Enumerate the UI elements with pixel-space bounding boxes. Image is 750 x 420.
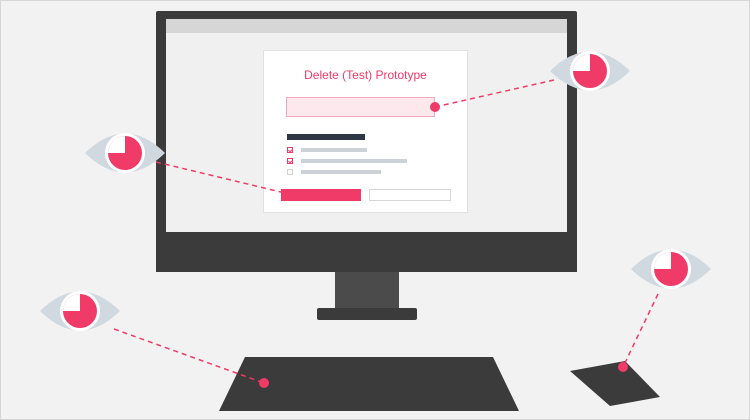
dialog-title: Delete (Test) Prototype: [304, 68, 427, 82]
checkbox-option-3[interactable]: [287, 169, 293, 175]
monitor-stand-base: [317, 308, 417, 320]
option-1-label: [301, 148, 367, 152]
monitor-stand-neck: [335, 272, 399, 312]
option-2-label: [301, 159, 407, 163]
cancel-button[interactable]: [369, 189, 451, 201]
delete-button[interactable]: [281, 189, 361, 201]
dialog-section-heading: [287, 134, 365, 140]
mouse: [570, 361, 660, 406]
eye-icon: [40, 291, 120, 331]
eye-icon: [631, 249, 711, 289]
checkbox-option-1[interactable]: [287, 147, 293, 153]
illustration-scene: Delete (Test) Prototype: [0, 0, 750, 420]
delete-prototype-dialog: Delete (Test) Prototype: [263, 50, 468, 213]
monitor-chin: [156, 234, 577, 272]
screen-top-bar: [166, 19, 567, 33]
keyboard: [219, 357, 519, 411]
connector-eye-mouse: [622, 293, 659, 368]
prototype-name-input[interactable]: [286, 97, 435, 117]
checkbox-option-2[interactable]: [287, 158, 293, 164]
eye-icon: [550, 51, 630, 91]
eye-icon: [85, 133, 165, 173]
option-3-label: [301, 170, 381, 174]
